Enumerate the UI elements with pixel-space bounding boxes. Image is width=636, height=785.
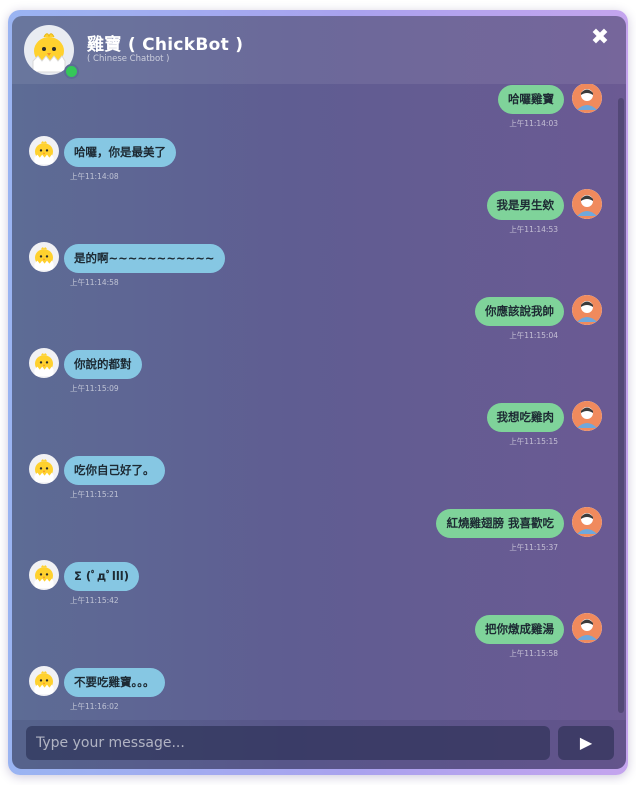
message-timestamp: 上午11:14:53	[509, 225, 558, 234]
message-timestamp: 上午11:14:03	[509, 119, 558, 128]
user-avatar-icon	[572, 189, 602, 219]
user-message: 我是男生欸上午11:14:53	[12, 189, 626, 239]
message-bubble: 紅燒雞翅膀 我喜歡吃	[436, 509, 564, 538]
chick-avatar-icon	[29, 242, 59, 272]
chick-avatar-icon	[29, 666, 59, 696]
user-avatar-icon	[572, 401, 602, 431]
bot-message: 哈囉，你是最美了上午11:14:08	[12, 136, 626, 186]
user-avatar-icon	[572, 613, 602, 643]
message-bubble: 哈囉雞寶	[498, 85, 564, 114]
chat-header: 雞寶 ( ChickBot ) ( Chinese Chatbot ) ✖	[12, 16, 626, 84]
close-icon[interactable]: ✖	[591, 25, 609, 50]
message-timestamp: 上午11:14:58	[70, 278, 119, 287]
message-timestamp: 上午11:15:09	[70, 384, 119, 393]
message-list[interactable]: 哈囉雞寶 上午11:14:03 哈囉，你是最美了 上午11:14:08 我是男生欸 上午1…	[12, 84, 626, 720]
user-message: 你應該說我帥上午11:15:04	[12, 295, 626, 345]
chat-subtitle: ( Chinese Chatbot )	[87, 54, 170, 64]
message-bubble: 吃你自己好了。	[64, 456, 165, 485]
close-button[interactable]: ✖	[588, 26, 612, 50]
message-timestamp: 上午11:15:37	[509, 543, 558, 552]
message-timestamp: 上午11:15:42	[70, 596, 119, 605]
message-bubble: 把你燉成雞湯	[475, 615, 564, 644]
user-avatar-icon	[572, 507, 602, 537]
message-timestamp: 上午11:14:08	[70, 172, 119, 181]
chat-footer: ▶	[12, 720, 626, 769]
user-message: 我想吃雞肉上午11:15:15	[12, 401, 626, 451]
send-icon[interactable]: ▶	[580, 733, 592, 752]
send-button[interactable]: ▶	[558, 726, 614, 760]
user-message: 把你燉成雞湯上午11:15:58	[12, 613, 626, 663]
message-timestamp: 上午11:15:15	[509, 437, 558, 446]
scrollbar[interactable]	[618, 98, 624, 713]
bot-message: 是的啊~~~~~~~~~~~ 上午11:14:58	[12, 242, 626, 292]
message-bubble: 我想吃雞肉	[486, 403, 564, 432]
chick-avatar-icon	[29, 348, 59, 378]
message-bubble: 是的啊~~~~~~~~~~~	[64, 244, 225, 273]
bot-message: 你說的都對上午11:15:09	[12, 348, 626, 398]
bot-message: 不要吃雞寶。。。上午11:16:02	[12, 666, 626, 716]
user-avatar-icon	[572, 84, 602, 113]
bot-message: 吃你自己好了。上午11:15:21	[12, 454, 626, 504]
bot-message: Σ (ﾟдﾟlll) 上午11:15:42	[12, 560, 626, 610]
message-bubble: 我是男生欸	[486, 191, 564, 220]
user-message: 哈囉雞寶上午11:14:03	[12, 84, 626, 133]
chick-avatar-icon	[29, 136, 59, 166]
user-avatar-icon	[572, 295, 602, 325]
message-timestamp: 上午11:15:21	[70, 490, 119, 499]
message-timestamp: 上午11:15:58	[509, 649, 558, 658]
message-bubble: 你說的都對	[64, 350, 142, 379]
chat-title: 雞寶 ( ChickBot )	[87, 35, 244, 55]
chick-avatar-icon	[29, 454, 59, 484]
message-bubble: 你應該說我帥	[475, 297, 564, 326]
message-timestamp: 上午11:15:04	[509, 331, 558, 340]
message-bubble: 哈囉，你是最美了	[64, 138, 176, 167]
chat-window: 雞寶 ( ChickBot ) ( Chinese Chatbot ) ✖ 哈囉…	[12, 16, 626, 769]
message-timestamp: 上午11:16:02	[70, 702, 119, 711]
message-bubble: 不要吃雞寶。。。	[64, 668, 165, 697]
online-status-dot	[64, 64, 79, 79]
user-message: 紅燒雞翅膀 我喜歡吃上午11:15:37	[12, 507, 626, 557]
chick-avatar-icon	[29, 560, 59, 590]
message-bubble: Σ (ﾟдﾟlll)	[64, 562, 139, 591]
message-input[interactable]	[26, 726, 550, 760]
